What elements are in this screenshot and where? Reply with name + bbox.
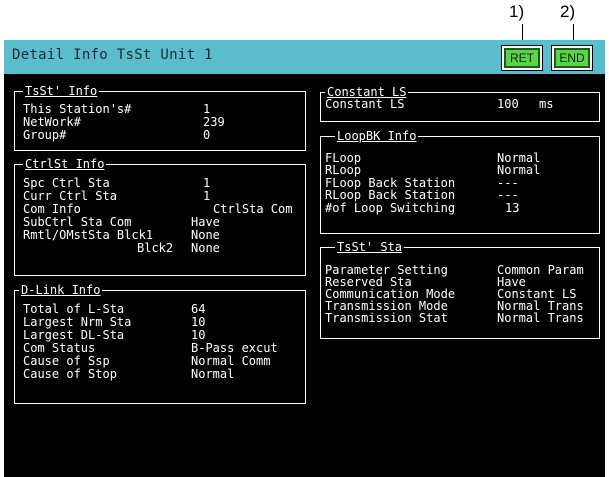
row-label: Group# [23, 128, 67, 142]
list-item: NetWork# 239 [23, 116, 299, 128]
row-value: 64 [191, 302, 206, 316]
row-value: Normal [191, 367, 235, 381]
row-value: CtrlSta Com [213, 202, 293, 216]
list-item: Blck2 None [23, 242, 299, 254]
row-value: 239 [203, 115, 225, 129]
tsst-sta-panel: TsSt' Sta Parameter Setting Common Param… [320, 240, 600, 339]
row-label: Cause of Ssp [23, 354, 110, 368]
dlink-info-panel: D-Link Info Total of L-Sta 64 Largest Nr… [14, 283, 306, 404]
row-label: Constant LS [325, 97, 405, 111]
row-value: None [191, 228, 220, 242]
constant-ls-value: 100 [497, 97, 519, 111]
row-label: Total of L-Sta [23, 302, 125, 316]
ctrlst-info-panel: CtrlSt Info Spc Ctrl Sta 1 Curr Ctrl Sta… [14, 157, 306, 276]
list-item: #of Loop Switching 13 [325, 202, 593, 214]
row-value: 10 [191, 315, 206, 329]
constant-ls-unit: ms [539, 97, 554, 111]
dlink-info-title: D-Link Info [19, 283, 103, 297]
list-item: Curr Ctrl Sta 1 [23, 190, 299, 202]
list-item: Group# 0 [23, 129, 299, 141]
row-label: RLoop Back Station [325, 188, 456, 202]
list-item: Largest DL-Sta 10 [23, 329, 299, 341]
row-label: Rmtl/OMstSta Blck1 [23, 228, 154, 242]
row-value: 1 [203, 176, 211, 190]
row-label: #of Loop Switching [325, 201, 456, 215]
row-value: 13 [505, 201, 520, 215]
list-item: Transmission Stat Normal Trans [325, 312, 593, 324]
list-item: RLoop Normal [325, 164, 593, 176]
row-value: Normal Trans [497, 311, 584, 325]
loopbk-info-panel: LoopBK Info FLoop Normal RLoop Normal FL… [320, 129, 600, 234]
title-bar: Detail Info TsSt Unit 1 RET END [4, 40, 605, 74]
row-value: 0 [203, 128, 211, 142]
list-item: Total of L-Sta 64 [23, 303, 299, 315]
callout-2: 2) [560, 2, 576, 21]
row-value: --- [497, 188, 519, 202]
loopbk-info-title: LoopBK Info [335, 129, 419, 143]
row-value: 10 [191, 328, 206, 342]
row-label: This Station's# [23, 102, 132, 116]
list-item: SubCtrl Sta Com Have [23, 216, 299, 228]
row-label: Curr Ctrl Sta [23, 189, 117, 203]
row-label: Com Info [23, 202, 81, 216]
row-label: Cause of Stop [23, 367, 117, 381]
list-item: Constant LS 100 ms [325, 98, 593, 110]
list-item: Spc Ctrl Sta 1 [23, 177, 299, 189]
tsst-sta-title: TsSt' Sta [335, 240, 405, 254]
end-button-label: END [554, 48, 590, 68]
list-item: Cause of Stop Normal [23, 368, 299, 380]
row-value: 1 [203, 189, 211, 203]
list-item: Com Status B-Pass excut [23, 342, 299, 354]
row-value: 1 [203, 102, 211, 116]
list-item: FLoop Normal [325, 152, 593, 164]
list-item: RLoop Back Station --- [325, 189, 593, 201]
tsst-info-panel: TsSt' Info This Station's# 1 NetWork# 23… [14, 84, 306, 151]
callout-1: 1) [509, 2, 525, 21]
list-item: Cause of Ssp Normal Comm [23, 355, 299, 367]
window-title: Detail Info TsSt Unit 1 [12, 47, 213, 63]
list-item: Largest Nrm Sta 10 [23, 316, 299, 328]
row-label: Largest Nrm Sta [23, 315, 132, 329]
row-value: B-Pass excut [191, 341, 278, 355]
constant-ls-panel: Constant LS Constant LS 100 ms [320, 85, 600, 122]
row-label: NetWork# [23, 115, 81, 129]
row-value: Normal [497, 163, 541, 177]
tsst-info-title: TsSt' Info [23, 84, 100, 98]
list-item: Com Info CtrlSta Com [23, 203, 299, 215]
row-label: RLoop [325, 163, 362, 177]
ctrlst-info-title: CtrlSt Info [23, 157, 107, 171]
ret-button-label: RET [504, 48, 540, 68]
row-label: Com Status [23, 341, 96, 355]
ret-button[interactable]: RET [501, 45, 543, 71]
list-item: Rmtl/OMstSta Blck1 None [23, 229, 299, 241]
row-label: SubCtrl Sta Com [23, 215, 132, 229]
row-value: Normal Comm [191, 354, 271, 368]
row-value: None [191, 241, 220, 255]
row-label: Spc Ctrl Sta [23, 176, 110, 190]
end-button[interactable]: END [551, 45, 593, 71]
row-label: Blck2 [137, 241, 174, 255]
row-label: Largest DL-Sta [23, 328, 125, 342]
row-label: Transmission Stat [325, 311, 448, 325]
row-value: Have [191, 215, 220, 229]
list-item: This Station's# 1 [23, 103, 299, 115]
detail-screen: TsSt' Info This Station's# 1 NetWork# 23… [4, 74, 605, 477]
